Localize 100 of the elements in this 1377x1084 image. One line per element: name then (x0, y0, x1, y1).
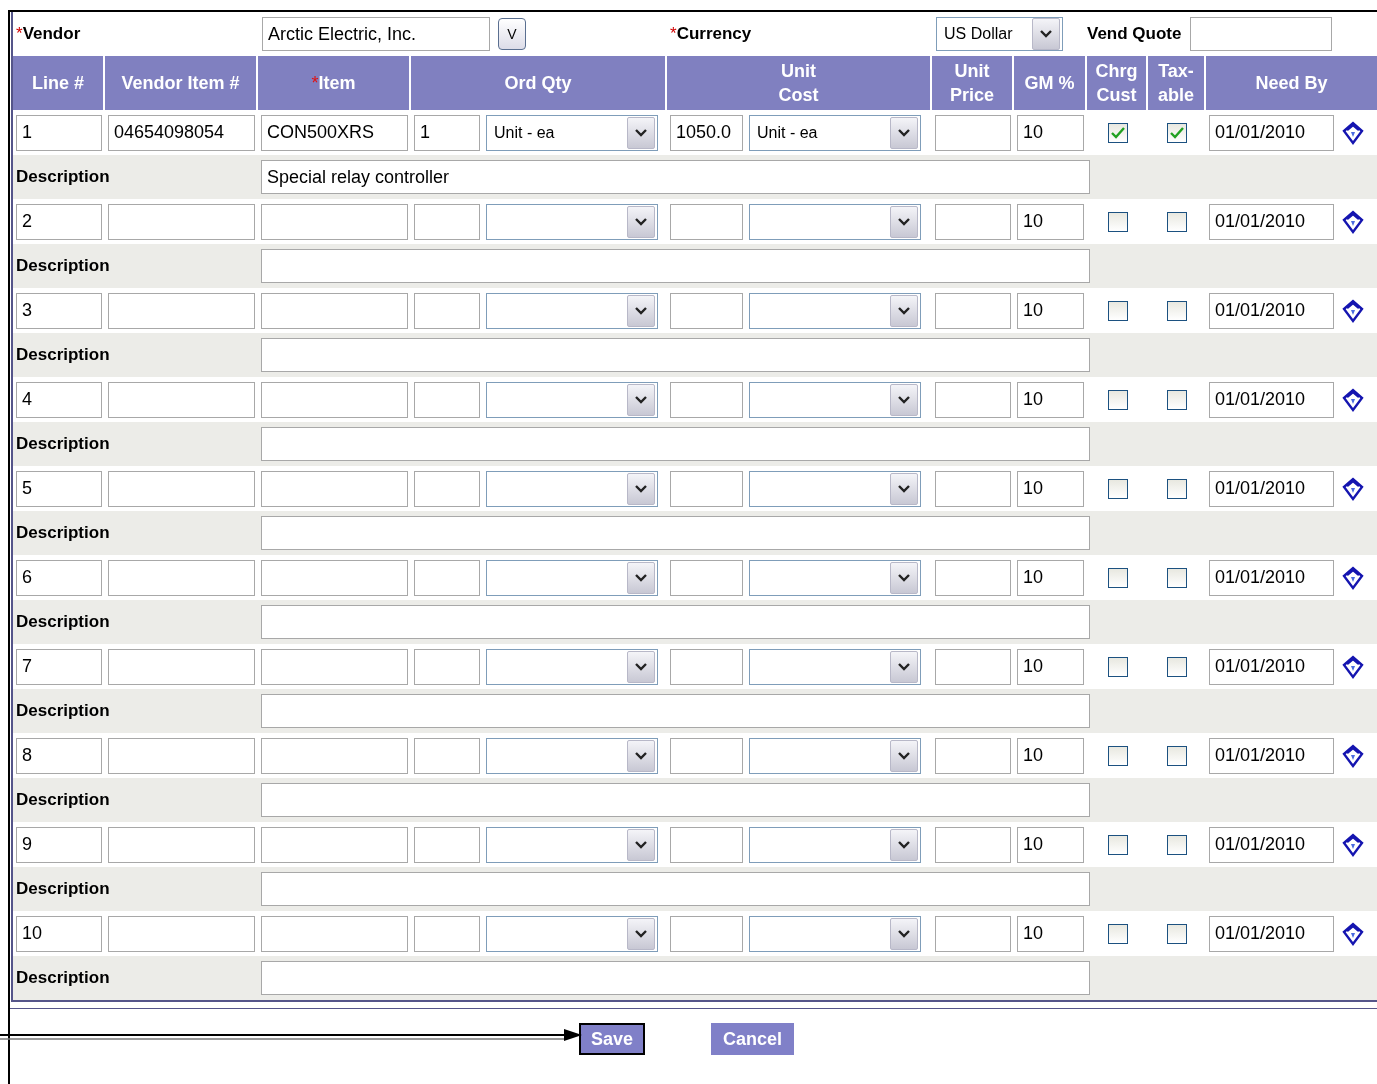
calendar-icon[interactable] (1342, 209, 1364, 234)
unit-price-field[interactable] (935, 826, 1011, 863)
quantity-field[interactable] (414, 559, 480, 596)
item-field[interactable] (261, 292, 408, 329)
checkbox[interactable] (1107, 745, 1128, 766)
gm-percent-field[interactable]: 10 (1017, 114, 1084, 151)
unit-dropdown[interactable] (749, 737, 921, 774)
quantity-field[interactable] (414, 292, 480, 329)
unit-dropdown[interactable] (486, 648, 658, 685)
quantity-field[interactable] (414, 915, 480, 952)
checkbox[interactable] (1167, 834, 1187, 855)
gm-percent-field[interactable]: 10 (1017, 381, 1084, 418)
vendor-item-field[interactable] (108, 915, 255, 952)
item-field[interactable] (261, 381, 408, 418)
calendar-icon[interactable] (1342, 476, 1364, 501)
unit-dropdown[interactable]: Unit - ea (749, 114, 921, 151)
description-field[interactable] (261, 427, 1090, 461)
calendar-icon[interactable] (1342, 832, 1364, 857)
description-field[interactable] (261, 694, 1090, 728)
vendor-item-field[interactable] (108, 826, 255, 863)
quantity-field[interactable] (414, 203, 480, 240)
quantity-field[interactable] (414, 381, 480, 418)
item-field[interactable]: CON500XRS (261, 114, 408, 151)
vendor-lookup-button[interactable]: V (498, 18, 526, 50)
checkbox[interactable] (1167, 122, 1187, 143)
gm-percent-field[interactable]: 10 (1017, 826, 1084, 863)
vendor-item-field[interactable] (108, 292, 255, 329)
unit-dropdown[interactable] (486, 737, 658, 774)
unit-dropdown[interactable] (486, 559, 658, 596)
line-number-field[interactable]: 8 (16, 737, 102, 774)
need-by-date-field[interactable]: 01/01/2010 (1209, 826, 1334, 863)
line-number-field[interactable]: 10 (16, 915, 102, 952)
unit-cost-field[interactable] (670, 915, 743, 952)
vendor-item-field[interactable] (108, 470, 255, 507)
line-number-field[interactable]: 5 (16, 470, 102, 507)
calendar-icon[interactable] (1342, 387, 1364, 412)
item-field[interactable] (261, 737, 408, 774)
unit-dropdown[interactable] (486, 292, 658, 329)
unit-price-field[interactable] (935, 470, 1011, 507)
gm-percent-field[interactable]: 10 (1017, 648, 1084, 685)
unit-dropdown[interactable] (749, 559, 921, 596)
line-number-field[interactable]: 9 (16, 826, 102, 863)
vendor-item-field[interactable] (108, 648, 255, 685)
description-field[interactable] (261, 961, 1090, 995)
unit-cost-field[interactable] (670, 470, 743, 507)
unit-price-field[interactable] (935, 292, 1011, 329)
checkbox[interactable] (1107, 389, 1128, 410)
calendar-icon[interactable] (1342, 743, 1364, 768)
unit-price-field[interactable] (935, 114, 1011, 151)
unit-price-field[interactable] (935, 737, 1011, 774)
unit-price-field[interactable] (935, 203, 1011, 240)
calendar-icon[interactable] (1342, 921, 1364, 946)
quantity-field[interactable] (414, 826, 480, 863)
unit-dropdown[interactable]: Unit - ea (486, 114, 658, 151)
checkbox[interactable] (1107, 122, 1128, 143)
unit-cost-field[interactable] (670, 826, 743, 863)
unit-dropdown[interactable] (486, 381, 658, 418)
need-by-date-field[interactable]: 01/01/2010 (1209, 203, 1334, 240)
description-field[interactable] (261, 605, 1090, 639)
need-by-date-field[interactable]: 01/01/2010 (1209, 648, 1334, 685)
item-field[interactable] (261, 559, 408, 596)
form-button[interactable]: Save (579, 1023, 646, 1055)
calendar-icon[interactable] (1342, 654, 1364, 679)
unit-dropdown[interactable] (749, 203, 921, 240)
description-field[interactable] (261, 872, 1090, 906)
unit-dropdown[interactable] (486, 915, 658, 952)
line-number-field[interactable]: 4 (16, 381, 102, 418)
vendor-item-field[interactable] (108, 737, 255, 774)
line-number-field[interactable]: 2 (16, 203, 102, 240)
description-field[interactable]: Special relay controller (261, 160, 1090, 194)
item-field[interactable] (261, 826, 408, 863)
checkbox[interactable] (1167, 389, 1187, 410)
unit-cost-field[interactable] (670, 737, 743, 774)
quantity-field[interactable] (414, 470, 480, 507)
unit-dropdown[interactable] (749, 292, 921, 329)
unit-dropdown[interactable] (749, 470, 921, 507)
calendar-icon[interactable] (1342, 120, 1364, 145)
unit-dropdown[interactable] (486, 203, 658, 240)
gm-percent-field[interactable]: 10 (1017, 737, 1084, 774)
unit-cost-field[interactable] (670, 559, 743, 596)
item-field[interactable] (261, 915, 408, 952)
description-field[interactable] (261, 516, 1090, 550)
unit-dropdown[interactable] (749, 381, 921, 418)
need-by-date-field[interactable]: 01/01/2010 (1209, 292, 1334, 329)
unit-dropdown[interactable] (486, 470, 658, 507)
vendor-field[interactable]: Arctic Electric, Inc. (262, 17, 490, 51)
checkbox[interactable] (1107, 211, 1128, 232)
quantity-field[interactable] (414, 737, 480, 774)
quantity-field[interactable] (414, 648, 480, 685)
quantity-field[interactable]: 1 (414, 114, 480, 151)
gm-percent-field[interactable]: 10 (1017, 559, 1084, 596)
need-by-date-field[interactable]: 01/01/2010 (1209, 559, 1334, 596)
checkbox[interactable] (1107, 656, 1128, 677)
unit-dropdown[interactable] (486, 826, 658, 863)
gm-percent-field[interactable]: 10 (1017, 203, 1084, 240)
unit-cost-field[interactable]: 1050.0 (670, 114, 743, 151)
checkbox[interactable] (1167, 300, 1187, 321)
unit-dropdown[interactable] (749, 826, 921, 863)
checkbox[interactable] (1107, 567, 1128, 588)
checkbox[interactable] (1167, 923, 1187, 944)
